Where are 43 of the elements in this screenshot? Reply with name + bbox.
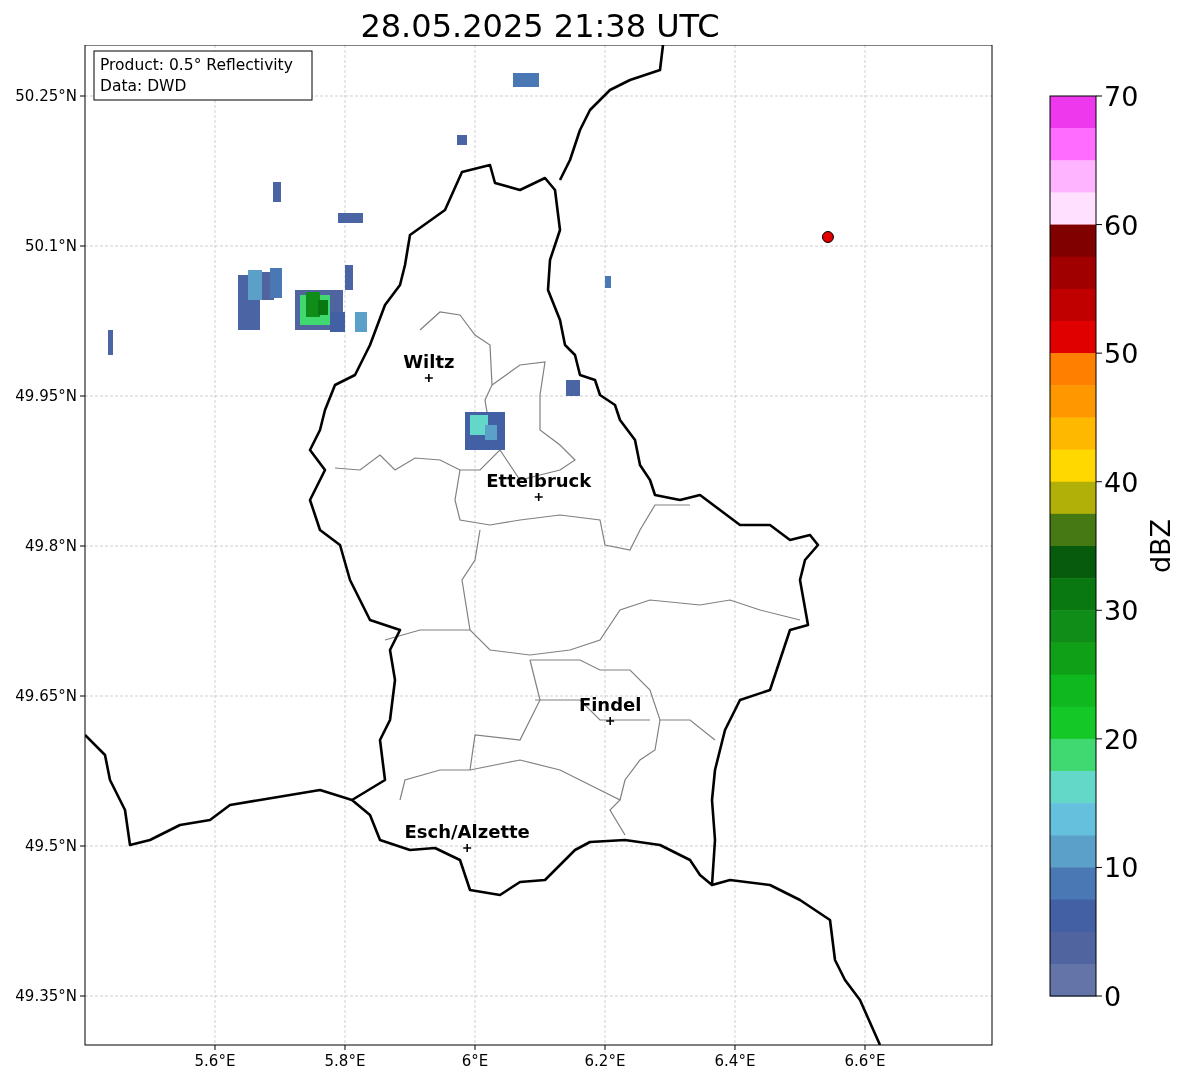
axis-tick-label: 49.35°N — [15, 987, 77, 1005]
colorbar-tick-label: 20 — [1104, 723, 1139, 755]
radar-echo — [566, 380, 580, 396]
axis-tick-label: 5.6°E — [194, 1052, 236, 1070]
axis-tick-label: 49.8°N — [24, 537, 77, 555]
radar-echo — [273, 182, 281, 202]
axis-tick-label: 49.5°N — [24, 837, 77, 855]
city-label: Esch/Alzette — [404, 821, 530, 842]
colorbar-tick-label: 0 — [1104, 981, 1122, 1012]
axis-tick-label: 49.65°N — [15, 687, 77, 705]
radar-echo — [108, 330, 113, 355]
radar-echo — [338, 213, 363, 223]
radar-echo — [355, 312, 367, 332]
city-label: Wiltz — [403, 351, 455, 372]
axis-tick-label: 50.25°N — [15, 87, 77, 105]
chart-title: 28.05.2025 21:38 UTC — [359, 6, 721, 45]
city-marker — [605, 716, 615, 726]
colorbar-tick-label: 70 — [1104, 81, 1139, 112]
axis-tick-label: 49.95°N — [15, 387, 77, 405]
axis-tick-label: 6.4°E — [714, 1052, 756, 1070]
city-marker — [462, 843, 472, 853]
radar-echo — [465, 412, 505, 450]
city-marker — [424, 373, 434, 383]
colorbar-tick-label: 60 — [1104, 209, 1139, 241]
axis-tick-label: 6°E — [461, 1052, 489, 1070]
radar-echo — [513, 73, 539, 87]
city-marker — [533, 492, 544, 502]
colorbar-tick-label: 30 — [1104, 595, 1139, 627]
colorbar-label: dBZ — [1145, 518, 1176, 574]
colorbar-tick-label: 40 — [1104, 466, 1139, 498]
radar-echo — [238, 268, 282, 330]
colorbar-tick-label: 50 — [1104, 338, 1139, 370]
colorbar-tick-label: 10 — [1104, 852, 1139, 884]
city-label: Findel — [578, 694, 642, 715]
axis-tick-label: 50.1°N — [24, 237, 77, 255]
radar-echo — [605, 276, 611, 288]
radar-echo — [457, 135, 467, 145]
axis-tick-label: 6.2°E — [584, 1052, 626, 1070]
info-text: Product: 0.5° Reflectivity — [100, 56, 293, 74]
info-text: Data: DWD — [100, 77, 187, 95]
axis-tick-label: 6.6°E — [844, 1052, 886, 1070]
city-label: Ettelbruck — [486, 470, 592, 491]
axis-tick-label: 5.8°E — [324, 1052, 366, 1070]
